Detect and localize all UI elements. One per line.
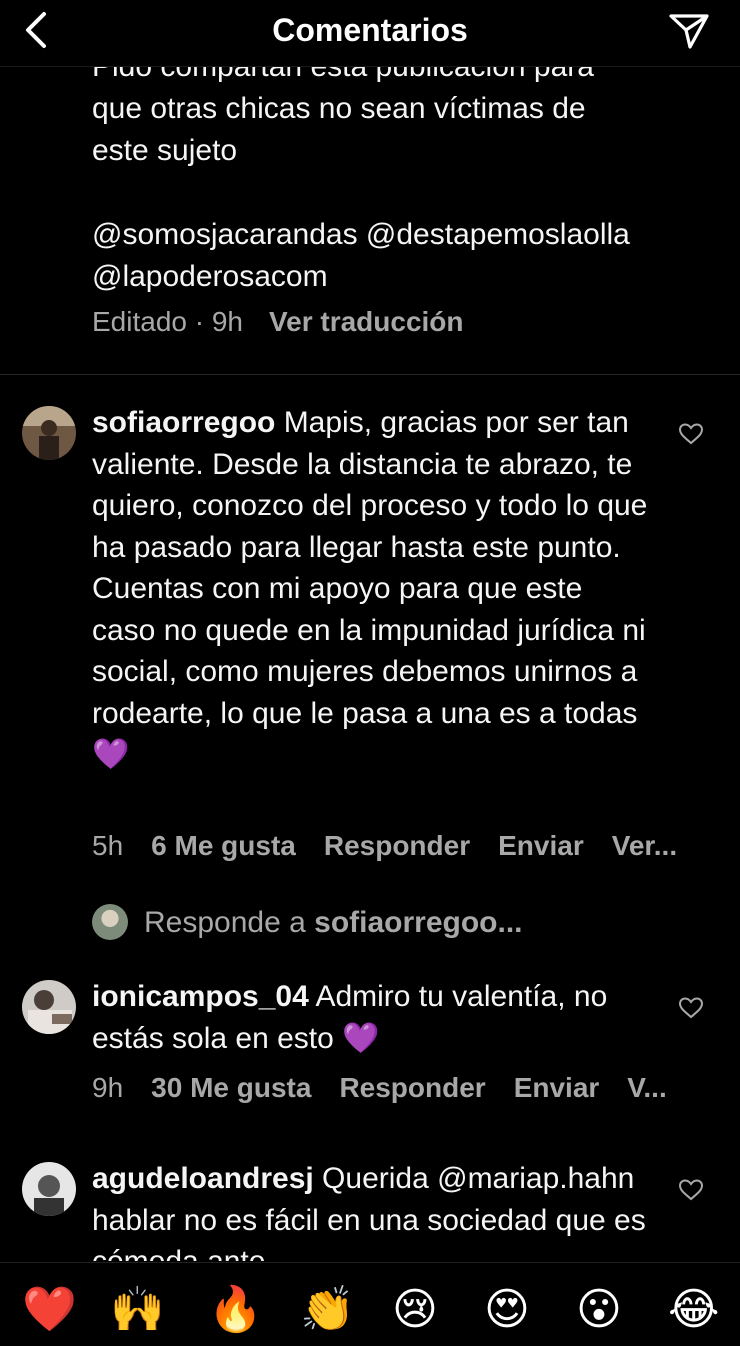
comments-feed[interactable]: Pido compartan esta publicación para que… xyxy=(0,66,740,1261)
reply-username: sofiaorregoo... xyxy=(314,906,523,939)
purple-heart-emoji: 💜 xyxy=(92,738,130,771)
mini-avatar xyxy=(92,904,128,940)
reply-button[interactable]: Responder xyxy=(324,830,470,861)
page-title: Comentarios xyxy=(272,12,468,48)
comment-username[interactable]: agudeloandresj xyxy=(92,1162,314,1195)
more-button[interactable]: Ver... xyxy=(612,830,677,861)
like-heart-icon[interactable] xyxy=(678,422,704,446)
raising-hands-emoji-button[interactable]: 🙌 xyxy=(110,1285,165,1335)
comment-body: sofiaorregoo Mapis, gracias por ser tan … xyxy=(92,402,652,776)
fire-emoji-button[interactable]: 🔥 xyxy=(208,1285,263,1335)
comment-username[interactable]: sofiaorregoo xyxy=(92,406,275,439)
top-bar: Comentarios xyxy=(0,0,740,67)
avatar[interactable] xyxy=(22,980,76,1034)
comment-actions: 9h 30 Me gusta Responder Enviar V... xyxy=(92,1072,695,1104)
more-button[interactable]: V... xyxy=(627,1072,666,1103)
post-caption: Pido compartan esta publicación para que… xyxy=(92,66,712,338)
surprised-face-emoji-button[interactable]: 😮 xyxy=(576,1285,622,1335)
likes-count[interactable]: 30 Me gusta xyxy=(151,1072,311,1103)
comment-time: 9h xyxy=(92,1072,124,1103)
purple-heart-emoji: 💜 xyxy=(342,1021,380,1055)
like-heart-icon[interactable] xyxy=(678,996,704,1020)
comment-username[interactable]: ionicampos_04 xyxy=(92,980,309,1013)
crying-face-emoji-button[interactable]: 😢 xyxy=(392,1285,438,1335)
send-button[interactable]: Enviar xyxy=(498,830,584,861)
comment-body: ionicampos_04 Admiro tu valentía, no est… xyxy=(92,976,652,1059)
reply-thread-row[interactable]: Responde a sofiaorregoo... xyxy=(92,904,523,940)
reply-prefix: Responde a xyxy=(144,906,315,939)
reply-button[interactable]: Responder xyxy=(339,1072,485,1103)
laughing-emoji-button[interactable]: 😂 xyxy=(668,1285,719,1335)
caption-meta: Editado · 9h Ver traducción xyxy=(92,306,712,338)
avatar[interactable] xyxy=(22,406,76,460)
comment-body: agudeloandresj Querida @mariap.hahn habl… xyxy=(92,1158,652,1261)
emoji-reaction-bar: ❤️ 🙌 🔥 👏 😢 😍 😮 😂 xyxy=(0,1262,740,1346)
see-translation-button[interactable]: Ver traducción xyxy=(269,306,464,337)
caption-time: Editado · 9h xyxy=(92,306,243,337)
send-button[interactable]: Enviar xyxy=(514,1072,600,1103)
like-heart-icon[interactable] xyxy=(678,1178,704,1202)
caption-text: Pido compartan esta publicación para que… xyxy=(92,66,630,293)
likes-count[interactable]: 6 Me gusta xyxy=(151,830,296,861)
direct-send-icon[interactable] xyxy=(668,12,710,50)
clapping-emoji-button[interactable]: 👏 xyxy=(300,1285,355,1335)
divider xyxy=(0,374,740,375)
comment-time: 5h xyxy=(92,830,124,861)
comment-actions: 5h 6 Me gusta Responder Enviar Ver... xyxy=(92,830,705,862)
avatar[interactable] xyxy=(22,1162,76,1216)
comment-text: Mapis, gracias por ser tan valiente. Des… xyxy=(92,406,648,730)
heart-eyes-emoji-button[interactable]: 😍 xyxy=(484,1285,530,1335)
red-heart-emoji-button[interactable]: ❤️ xyxy=(22,1285,77,1335)
